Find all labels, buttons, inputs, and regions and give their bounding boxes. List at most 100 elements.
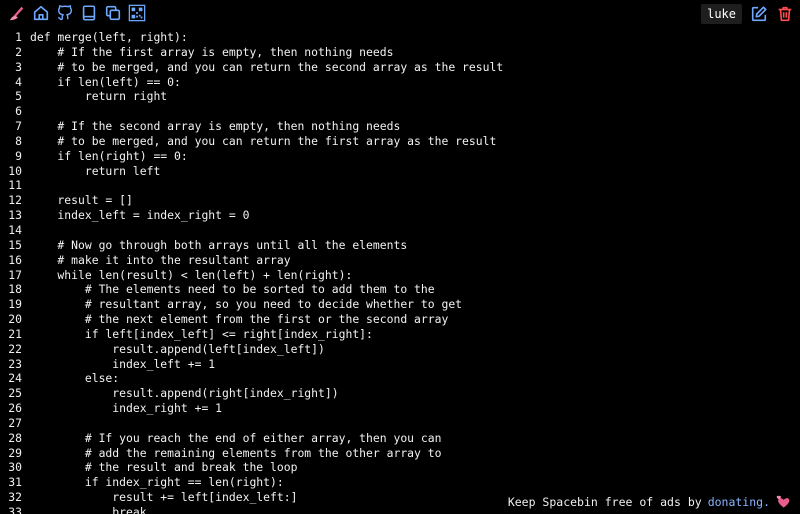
code-text: result.append(right[index_right]) — [30, 386, 339, 401]
line-number: 5 — [15, 89, 22, 104]
code-text: if left[index_left] <= right[index_right… — [30, 326, 373, 341]
line-number: 20 — [8, 312, 22, 327]
line-number: 17 — [8, 267, 22, 282]
code-text: # resultant array, so you need to decide… — [30, 297, 463, 312]
code-line: 30 # the result and break the loop — [0, 460, 800, 475]
hearts-icon — [776, 495, 790, 509]
code-line: 17 while len(result) < len(left) + len(r… — [0, 268, 800, 283]
code-text: while len(result) < len(left) + len(righ… — [30, 267, 353, 282]
top-bar: luke — [0, 0, 800, 28]
line-number: 23 — [8, 356, 22, 371]
code-text: result += left[index_left:] — [30, 490, 298, 505]
code-line: 19 # resultant array, so you need to dec… — [0, 297, 800, 312]
code-text: # the next element from the first or the… — [30, 312, 449, 327]
line-number: 30 — [8, 460, 22, 475]
code-text: index_left += 1 — [30, 356, 216, 371]
copy-icon[interactable] — [104, 4, 122, 22]
line-number: 10 — [8, 163, 22, 178]
nav-icons — [8, 4, 146, 22]
line-number: 18 — [8, 282, 22, 297]
code-line: 14 — [0, 223, 800, 238]
code-line: 29 # add the remaining elements from the… — [0, 446, 800, 461]
code-line: 31 if index_right == len(right): — [0, 475, 800, 490]
code-text: # Now go through both arrays until all t… — [30, 237, 408, 252]
qr-icon[interactable] — [128, 4, 146, 22]
line-number: 21 — [8, 326, 22, 341]
line-number: 7 — [15, 119, 22, 134]
donation-banner: Keep Spacebin free of ads by donating. — [503, 494, 794, 510]
code-text: index_right += 1 — [30, 401, 223, 416]
code-line: 3 # to be merged, and you can return the… — [0, 60, 800, 75]
code-text: index_left = index_right = 0 — [30, 208, 250, 223]
code-line: 15 # Now go through both arrays until al… — [0, 238, 800, 253]
delete-icon[interactable] — [776, 5, 794, 23]
line-number: 6 — [15, 104, 22, 119]
line-number: 1 — [15, 30, 22, 44]
code-line: 18 # The elements need to be sorted to a… — [0, 282, 800, 297]
code-line: 20 # the next element from the first or … — [0, 312, 800, 327]
code-line: 13 index_left = index_right = 0 — [0, 208, 800, 223]
username-badge: luke — [701, 4, 742, 24]
code-text: # If the first array is empty, then noth… — [30, 44, 394, 59]
code-line: 16 # make it into the resultant array — [0, 253, 800, 268]
code-text: # to be merged, and you can return the s… — [30, 59, 504, 74]
line-number: 27 — [8, 415, 22, 430]
logo-icon[interactable] — [8, 4, 26, 22]
github-icon[interactable] — [56, 4, 74, 22]
code-text: if index_right == len(right): — [30, 475, 284, 490]
code-line: 4 if len(left) == 0: — [0, 75, 800, 90]
code-line: 6 — [0, 104, 800, 119]
code-text: result.append(left[index_left]) — [30, 341, 325, 356]
book-icon[interactable] — [80, 4, 98, 22]
line-number: 16 — [8, 252, 22, 267]
code-line: 21 if left[index_left] <= right[index_ri… — [0, 327, 800, 342]
code-text: if len(left) == 0: — [30, 74, 181, 89]
code-line: 1 def merge(left, right): — [0, 30, 800, 45]
line-number: 12 — [8, 193, 22, 208]
line-number: 32 — [8, 490, 22, 505]
code-text: # make it into the resultant array — [30, 252, 291, 267]
code-line: 7 # If the second array is empty, then n… — [0, 119, 800, 134]
code-line: 22 result.append(left[index_left]) — [0, 342, 800, 357]
code-line: 28 # If you reach the end of either arra… — [0, 431, 800, 446]
line-number: 2 — [15, 44, 22, 59]
line-number: 29 — [8, 445, 22, 460]
code-line: 10 return left — [0, 164, 800, 179]
line-number: 19 — [8, 297, 22, 312]
edit-icon[interactable] — [750, 5, 768, 23]
line-number: 22 — [8, 341, 22, 356]
code-text: else: — [30, 371, 120, 386]
donate-link[interactable]: donating. — [708, 494, 770, 510]
code-text: return left — [30, 163, 161, 178]
line-number: 3 — [15, 59, 22, 74]
code-text: # The elements need to be sorted to add … — [30, 282, 435, 297]
line-number: 8 — [15, 133, 22, 148]
code-text: break — [30, 505, 147, 514]
home-icon[interactable] — [32, 4, 50, 22]
line-number: 31 — [8, 475, 22, 490]
code-line: 2 # If the first array is empty, then no… — [0, 45, 800, 60]
line-number: 13 — [8, 208, 22, 223]
code-text: return right — [30, 89, 168, 104]
code-line: 11 — [0, 178, 800, 193]
code-text: # add the remaining elements from the ot… — [30, 445, 442, 460]
code-text: def merge(left, right): — [30, 30, 188, 44]
code-line: 25 result.append(right[index_right]) — [0, 386, 800, 401]
code-viewer[interactable]: 1 def merge(left, right): 2 # If the first… — [0, 30, 800, 514]
line-number: 26 — [8, 401, 22, 416]
line-number: 28 — [8, 430, 22, 445]
code-line: 24 else: — [0, 371, 800, 386]
code-line: 9 if len(right) == 0: — [0, 149, 800, 164]
code-line: 5 return right — [0, 89, 800, 104]
code-text: # If the second array is empty, then not… — [30, 119, 401, 134]
code-line: 27 — [0, 416, 800, 431]
code-text: # If you reach the end of either array, … — [30, 430, 442, 445]
donation-text: Keep Spacebin free of ads by — [507, 495, 702, 509]
line-number: 14 — [8, 222, 22, 237]
code-line: 12 result = [] — [0, 193, 800, 208]
code-line: 23 index_left += 1 — [0, 357, 800, 372]
line-number: 15 — [8, 237, 22, 252]
line-number: 9 — [15, 148, 22, 163]
code-text: # the result and break the loop — [30, 460, 298, 475]
code-text: if len(right) == 0: — [30, 148, 188, 163]
